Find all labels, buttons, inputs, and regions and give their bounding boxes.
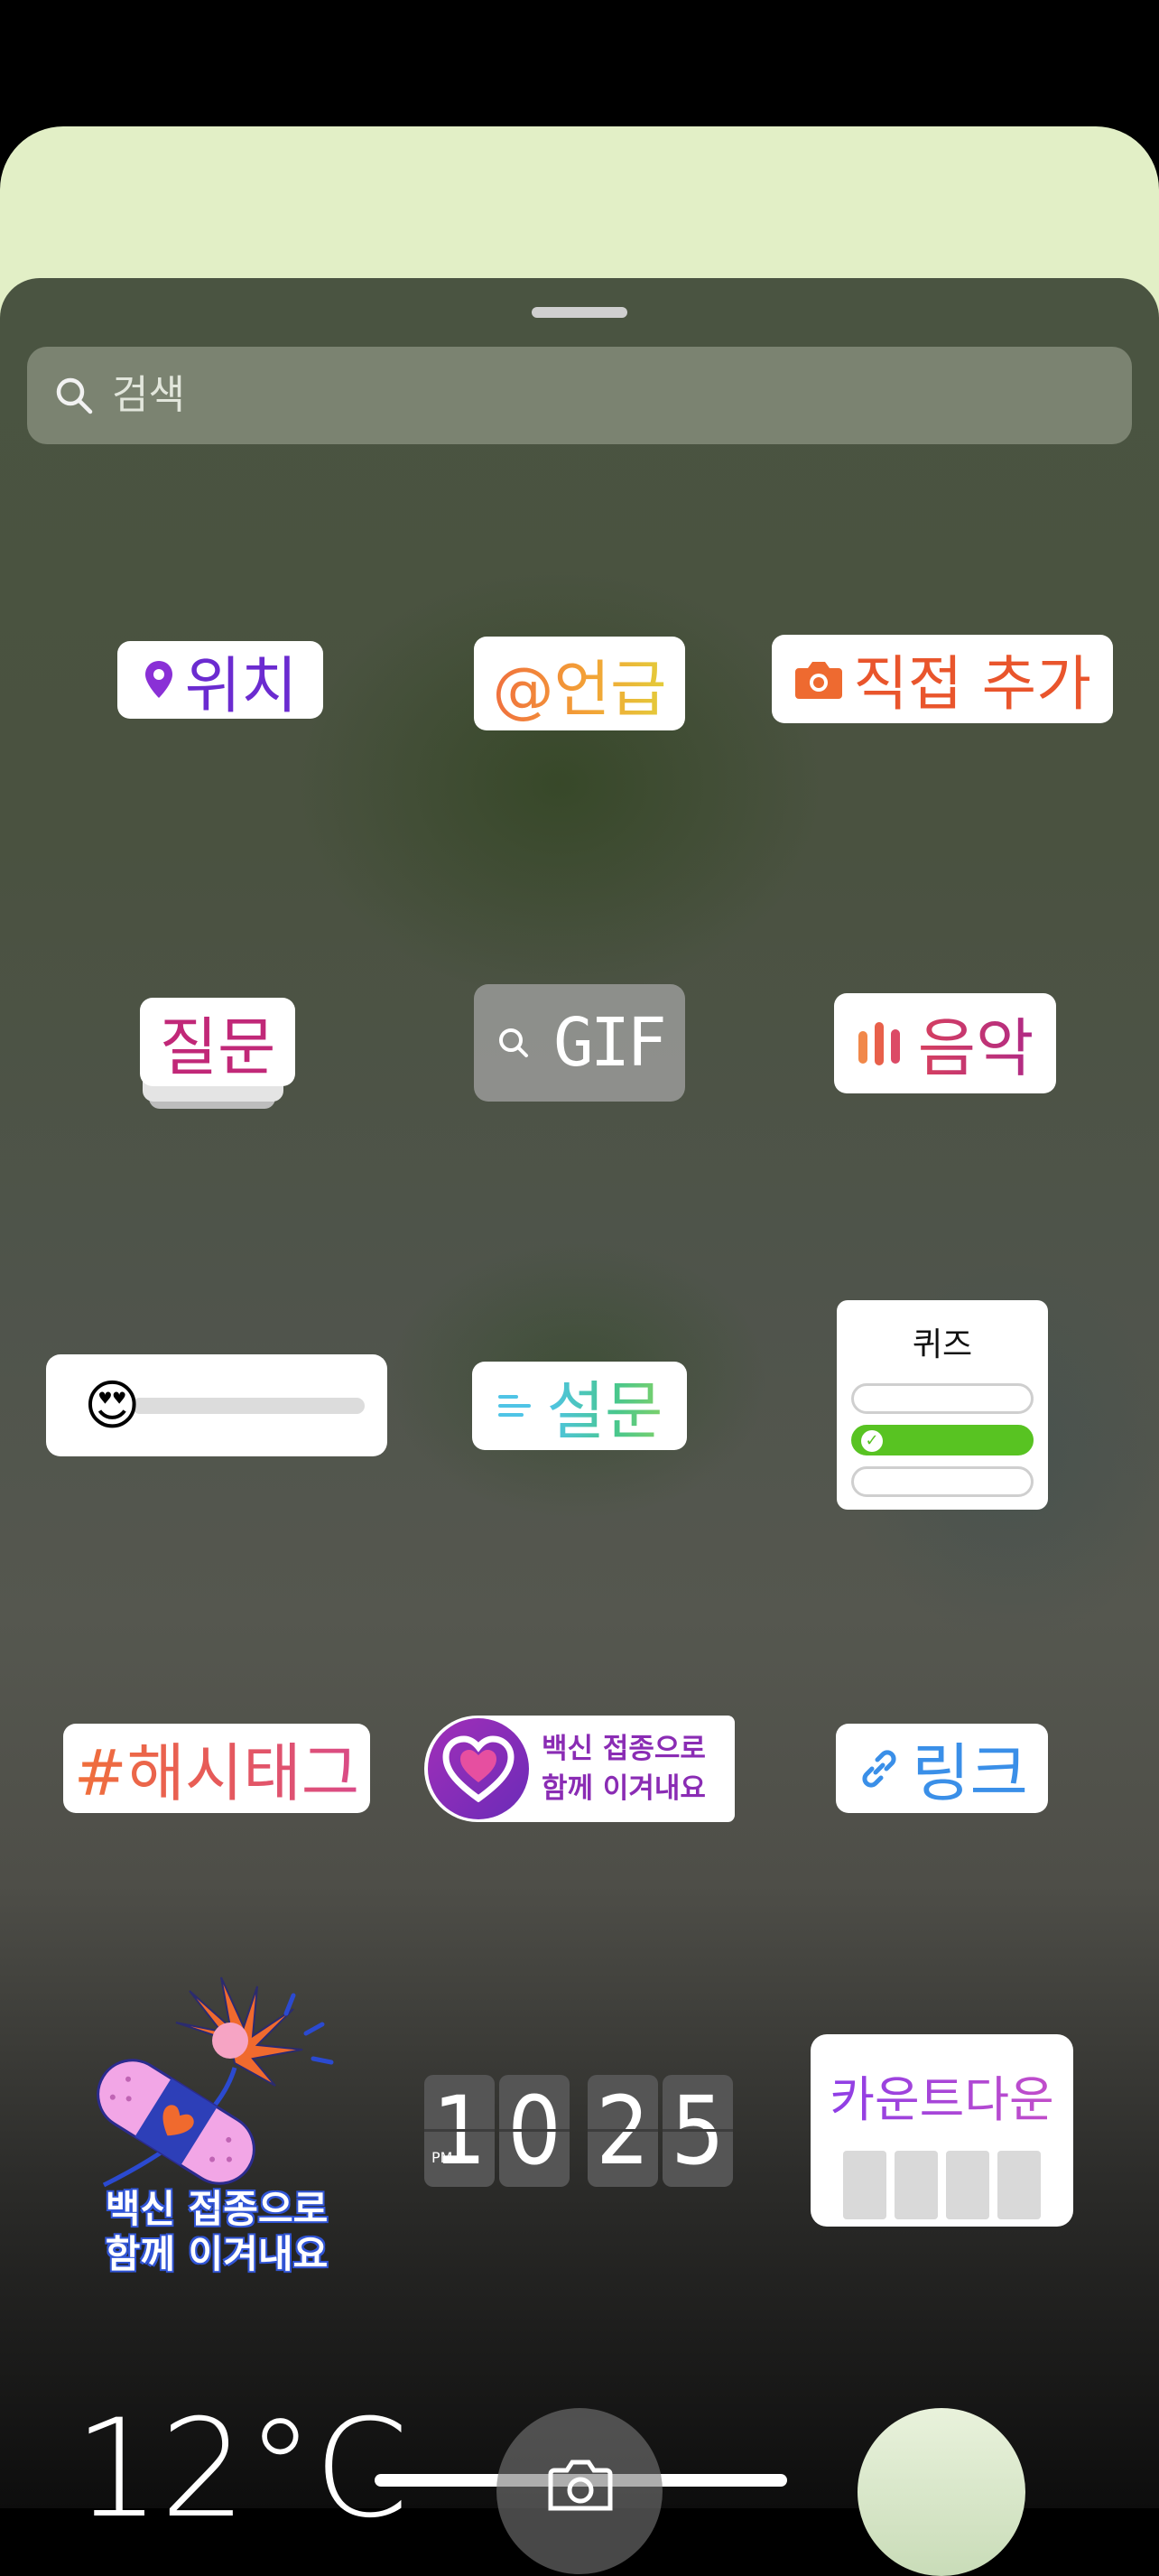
music-sticker[interactable]: 음악 — [834, 993, 1056, 1093]
quiz-sticker[interactable]: 퀴즈 ✓ — [837, 1300, 1048, 1510]
music-bars-icon — [858, 1021, 900, 1065]
mention-sticker[interactable]: @언급 — [474, 637, 685, 730]
campaign-thumbnail-sticker[interactable] — [858, 2408, 1025, 2576]
clock-digit: 5 — [671, 2076, 725, 2186]
poll-lines-icon — [497, 1395, 531, 1417]
check-icon: ✓ — [861, 1430, 883, 1452]
vaccine-sticker-line1: 백신 접종으로 — [542, 1733, 706, 1765]
add-yours-sticker-label: 직접 추가 — [853, 649, 1091, 719]
heart-badge-icon — [428, 1718, 529, 1819]
clock-digit: 2 — [596, 2076, 650, 2186]
sheet-drag-handle[interactable] — [532, 307, 627, 318]
quiz-sticker-label: 퀴즈 — [912, 1326, 973, 1363]
clock-digit: 0 — [507, 2076, 561, 2186]
countdown-boxes — [843, 2151, 1041, 2219]
music-sticker-label: 음악 — [918, 998, 1034, 1089]
quiz-option-correct: ✓ — [851, 1425, 1034, 1455]
add-yours-sticker[interactable]: 직접 추가 — [772, 635, 1113, 723]
poll-sticker-label: 설문 — [547, 1361, 663, 1452]
location-sticker-label: 위치 — [184, 650, 298, 722]
gif-sticker[interactable]: GIF — [474, 984, 685, 1102]
gif-sticker-label: GIF — [553, 1004, 667, 1082]
bandage-sticker-caption: 백신 접종으로 함께 이겨내요 — [81, 2186, 352, 2277]
hashtag-sticker[interactable]: #해시태그 — [63, 1724, 370, 1813]
mention-sticker-label: @언급 — [492, 639, 666, 729]
clock-hour-tens[interactable]: 1 — [424, 2075, 495, 2187]
gif-search-icon — [499, 1028, 529, 1057]
bandage-caption-line2: 함께 이겨내요 — [105, 2231, 329, 2277]
countdown-sticker-label: 카운트다운 — [830, 2060, 1053, 2131]
vaccine-sticker-line2: 함께 이겨내요 — [542, 1772, 706, 1805]
capture-camera-icon — [548, 2460, 613, 2511]
search-input[interactable] — [112, 363, 1105, 428]
vaccine-campaign-sticker[interactable]: 백신 접종으로 함께 이겨내요 — [424, 1716, 735, 1822]
emoji-slider-sticker[interactable]: 😍 — [46, 1354, 387, 1456]
countdown-box — [946, 2151, 989, 2219]
countdown-box — [997, 2151, 1041, 2219]
temperature-sticker[interactable]: 12°C — [74, 2402, 409, 2537]
clock-minute-tens[interactable]: 2 — [588, 2075, 658, 2187]
countdown-box — [895, 2151, 938, 2219]
clock-minute-ones[interactable]: 5 — [663, 2075, 733, 2187]
camera-icon — [795, 662, 843, 699]
hashtag-sticker-label: #해시태그 — [74, 1723, 359, 1814]
countdown-sticker[interactable]: 카운트다운 — [811, 2034, 1073, 2227]
clock-digit: 1 — [432, 2076, 487, 2186]
location-sticker[interactable]: 위치 — [117, 641, 323, 722]
bandage-caption-line1: 백신 접종으로 — [105, 2186, 329, 2232]
question-sticker[interactable]: 질문 — [140, 998, 295, 1086]
link-icon — [862, 1749, 896, 1788]
location-pin-icon — [145, 661, 173, 698]
link-sticker-label: 링크 — [912, 1736, 1028, 1810]
clock-hour-ones[interactable]: 0 — [499, 2075, 570, 2187]
search-icon — [56, 377, 93, 414]
countdown-box — [843, 2151, 886, 2219]
slider-emoji: 😍 — [84, 1373, 141, 1437]
clock-ampm: PM — [431, 2149, 453, 2166]
slider-track — [131, 1397, 365, 1414]
quiz-option — [851, 1383, 1034, 1414]
poll-sticker[interactable]: 설문 — [472, 1362, 687, 1450]
link-sticker[interactable]: 링크 — [836, 1724, 1048, 1813]
question-sticker-label: 질문 — [159, 1009, 276, 1084]
quiz-option — [851, 1466, 1034, 1497]
